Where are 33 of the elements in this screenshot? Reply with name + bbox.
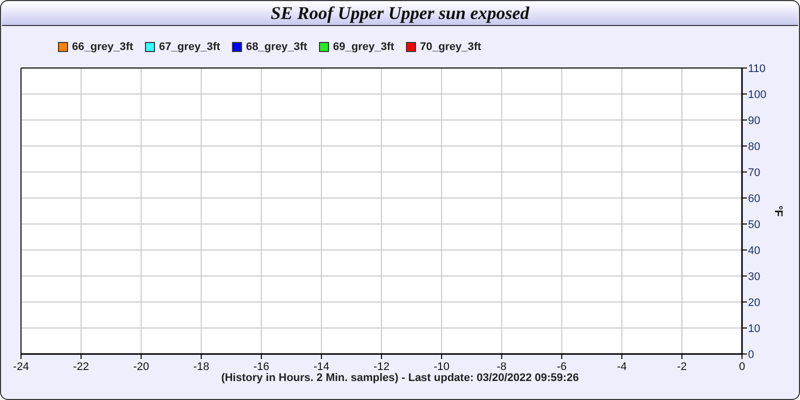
legend-label: 66_grey_3ft <box>72 40 134 52</box>
x-tick-label: -24 <box>13 361 29 371</box>
x-tick-label: -2 <box>677 361 687 371</box>
legend-label: 69_grey_3ft <box>333 40 394 52</box>
y-tick-label: 80 <box>748 141 760 153</box>
y-tick-label: 100 <box>748 89 766 101</box>
x-tick-label: 0 <box>738 361 746 371</box>
y-tick-label: 0 <box>748 349 754 361</box>
y-axis-title: °F <box>772 205 784 217</box>
legend-label: 70_grey_3ft <box>420 40 482 52</box>
x-tick-label: -12 <box>374 361 390 371</box>
legend-label: 67_grey_3ft <box>159 40 220 52</box>
y-tick-label: 90 <box>748 115 760 127</box>
x-axis-title: (History in Hours. 2 Min. samples) - Last update: 03/20/2022 09:59:26 <box>221 372 579 384</box>
y-tick-label: 110 <box>748 63 766 75</box>
y-tick-label: 30 <box>748 271 760 283</box>
x-tick-label: -20 <box>133 361 150 371</box>
chart-title: SE Roof Upper Upper sun exposed <box>270 3 530 24</box>
y-tick-label: 20 <box>748 297 760 309</box>
y-tick-label: 10 <box>748 323 760 335</box>
x-tick-label: -10 <box>434 361 450 371</box>
y-tick-label: 60 <box>748 193 760 205</box>
x-tick-label: -18 <box>193 361 210 371</box>
y-tick-label: 70 <box>748 167 760 179</box>
y-tick-label: 40 <box>748 245 760 257</box>
x-tick-label: -22 <box>73 361 90 371</box>
x-tick-label: -6 <box>556 361 567 371</box>
x-tick-label: -14 <box>313 361 330 371</box>
x-tick-label: -16 <box>253 361 270 371</box>
x-tick-label: -4 <box>616 361 627 371</box>
legend-label: 68_grey_3ft <box>246 40 308 52</box>
x-tick-label: -8 <box>496 361 507 371</box>
y-tick-label: 50 <box>748 219 760 231</box>
